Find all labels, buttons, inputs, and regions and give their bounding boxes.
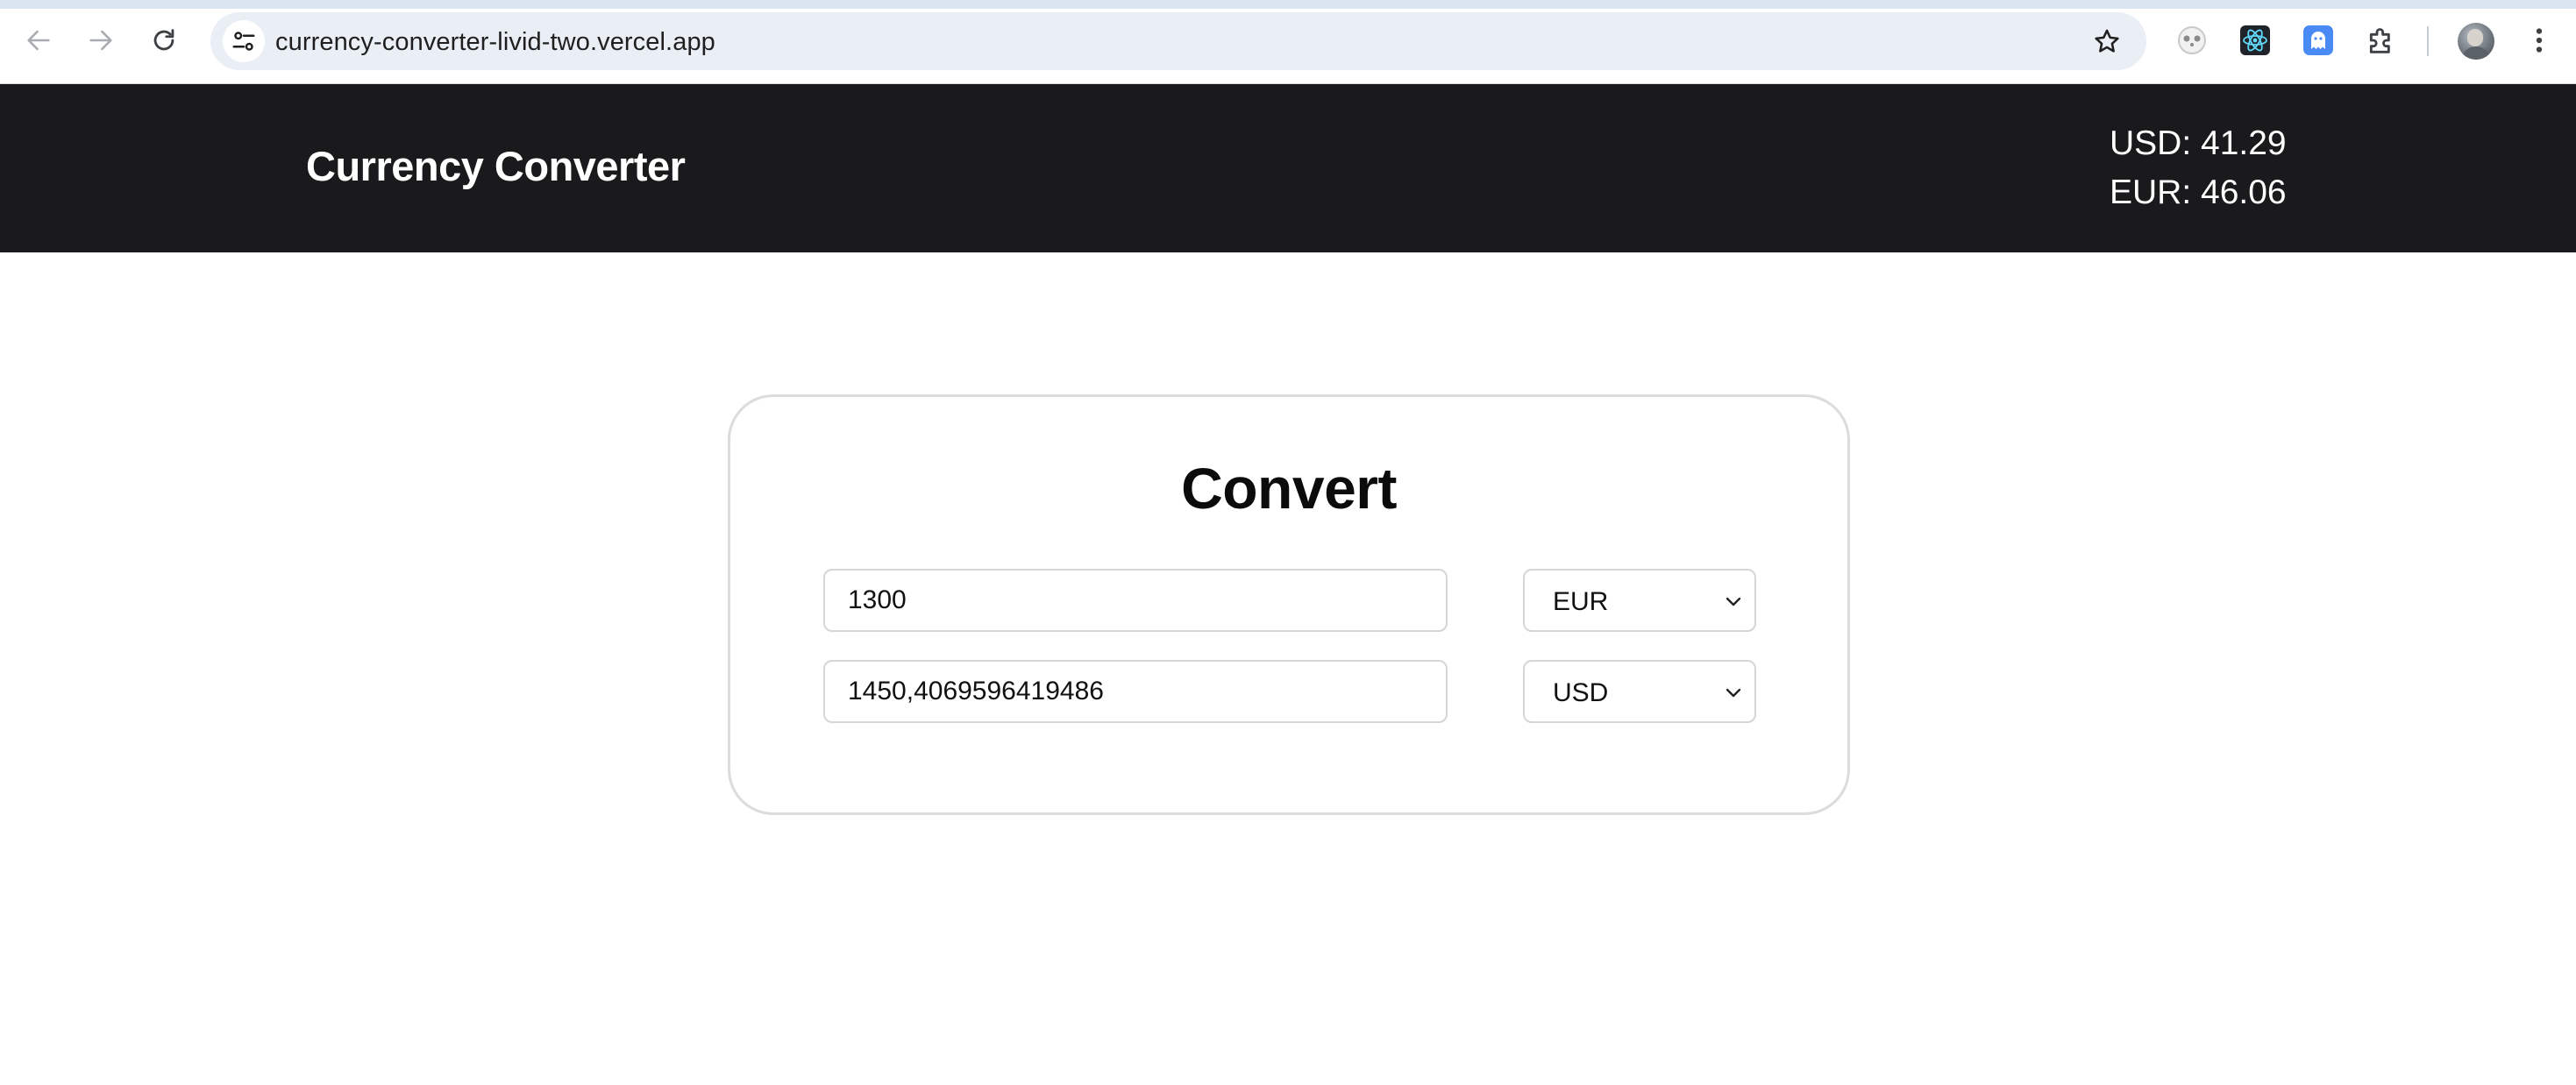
reload-icon <box>153 29 174 51</box>
to-amount-input[interactable] <box>823 660 1448 723</box>
site-title: Currency Converter <box>306 143 686 189</box>
browser-menu-button[interactable] <box>2522 21 2557 60</box>
arrow-left-icon <box>27 30 50 51</box>
bookmark-button[interactable] <box>2090 25 2124 58</box>
react-devtools-icon <box>2240 25 2270 55</box>
from-currency-value: EUR <box>1553 587 1609 616</box>
chevron-down-icon <box>1726 597 1741 606</box>
converter-title: Convert <box>1181 456 1397 521</box>
forward-button[interactable] <box>80 19 122 61</box>
eur-rate: EUR: 46.06 <box>2110 174 2287 211</box>
address-bar[interactable]: currency-converter-livid-two.vercel.app <box>210 12 2146 70</box>
to-currency-select[interactable]: USD <box>1523 660 1756 723</box>
from-currency-select[interactable]: EUR <box>1523 569 1756 632</box>
more-vert-icon <box>2536 28 2543 53</box>
ghost-extension-button[interactable] <box>2301 23 2336 58</box>
reload-button[interactable] <box>143 19 185 61</box>
profile-avatar[interactable] <box>2458 23 2494 60</box>
converter-card: Convert EUR USD <box>728 394 1850 815</box>
url-text[interactable]: currency-converter-livid-two.vercel.app <box>275 28 715 57</box>
chevron-down-icon <box>1726 688 1741 698</box>
puzzle-extensions-icon <box>2369 28 2390 53</box>
toolbar-separator <box>2427 26 2429 56</box>
avatar-shoulders <box>2461 46 2491 60</box>
extensions-button[interactable] <box>2364 23 2399 58</box>
from-amount-input[interactable] <box>823 569 1448 632</box>
tab-strip-edge <box>0 0 2576 9</box>
usd-rate: USD: 41.29 <box>2110 124 2287 162</box>
star-icon <box>2095 29 2119 53</box>
panda-extension-button[interactable] <box>2174 23 2210 58</box>
react-devtools-button[interactable] <box>2238 23 2273 58</box>
exchange-rates: USD: 41.29 EUR: 46.06 <box>2110 119 2287 217</box>
panda-extension-icon <box>2178 26 2206 54</box>
back-button[interactable] <box>18 19 60 61</box>
browser-toolbar: currency-converter-livid-two.vercel.app <box>0 0 2576 84</box>
arrow-right-icon <box>89 30 112 51</box>
avatar-face <box>2467 29 2483 46</box>
ghost-extension-icon <box>2303 25 2333 55</box>
site-info-button[interactable] <box>223 20 265 62</box>
site-header: Currency Converter USD: 41.29 EUR: 46.06 <box>0 84 2576 252</box>
tune-icon <box>232 32 255 51</box>
to-currency-value: USD <box>1553 678 1609 707</box>
